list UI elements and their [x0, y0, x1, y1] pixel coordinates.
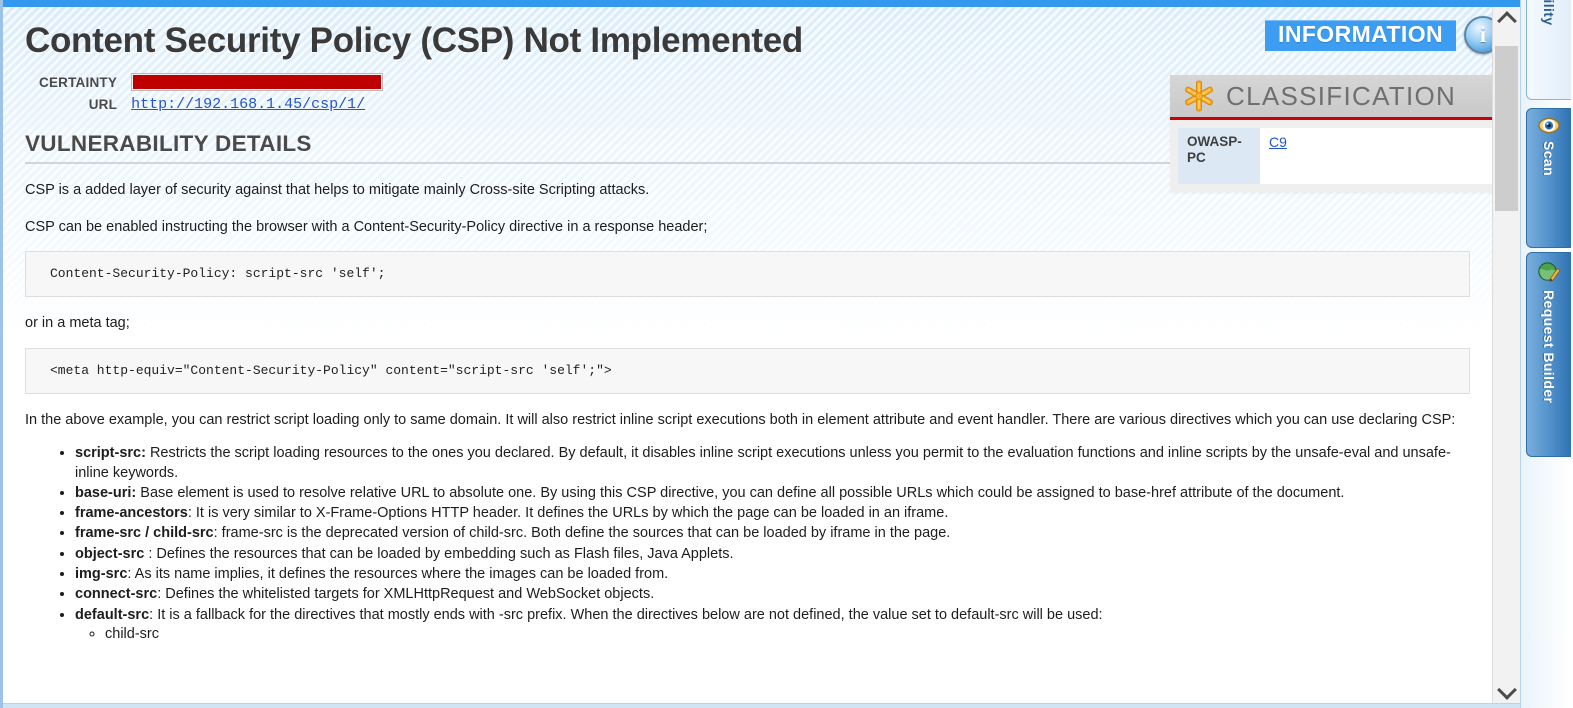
- sidebar-item-scan[interactable]: Scan: [1526, 108, 1571, 248]
- code-block-response-header: Content-Security-Policy: script-src 'sel…: [25, 251, 1470, 298]
- list-item: img-src: As its name implies, it defines…: [75, 565, 1470, 584]
- directive-description: : It is a fallback for the directives th…: [149, 606, 1103, 623]
- example-explanation: In the above example, you can restrict s…: [25, 411, 1456, 428]
- url-row: URL http://192.168.1.45/csp/1/: [39, 93, 383, 115]
- directives-list: script-src: Restricts the script loading…: [25, 444, 1470, 644]
- url-label: URL: [88, 96, 118, 112]
- classification-panel: CLASSIFICATION OWASP-PC C9: [1170, 75, 1500, 192]
- application-window: INFORMATION i CLASSIFICATION OWASP-PC C9…: [0, 0, 1573, 708]
- directive-name: img-src: [75, 566, 128, 582]
- sidebar-item-label: lnerability: [1541, 0, 1557, 26]
- chevron-down-icon[interactable]: [1493, 680, 1520, 704]
- certainty-bar-cell: [131, 71, 384, 93]
- sidebar-item-request-builder[interactable]: Request Builder: [1526, 252, 1571, 457]
- classification-table: OWASP-PC C9: [1178, 128, 1492, 184]
- intro-paragraph-2: CSP can be enabled instructing the brows…: [25, 218, 708, 235]
- list-item: child-src: [105, 625, 1470, 644]
- sidebar-item-vulnerability[interactable]: lnerability: [1526, 0, 1571, 100]
- directive-description: Restricts the script loading resources t…: [75, 445, 1451, 481]
- chevron-up-icon[interactable]: [1493, 7, 1520, 31]
- certainty-label: CERTAINTY: [39, 74, 118, 90]
- vertical-scrollbar[interactable]: [1492, 7, 1520, 704]
- directive-name: frame-ancestors: [75, 505, 188, 522]
- target-url-link[interactable]: http://192.168.1.45/csp/1/: [131, 96, 365, 113]
- top-accent-bar: [3, 0, 1520, 7]
- sidebar-item-label: Request Builder: [1541, 290, 1557, 404]
- directive-description: : It is very similar to X-Frame-Options …: [187, 505, 949, 522]
- report-meta: CERTAINTY URL http://192.168.1.45/csp/1/: [39, 71, 384, 115]
- classification-body: OWASP-PC C9: [1170, 120, 1500, 192]
- side-tab-rail: lnerability Scan: [1520, 0, 1571, 708]
- directive-name: script-src:: [75, 445, 146, 462]
- classification-key: OWASP-PC: [1178, 128, 1260, 184]
- sidebar-item-label: Scan: [1541, 141, 1557, 177]
- directive-name: connect-src: [75, 586, 158, 603]
- sub-directives-list: child-src: [75, 625, 1470, 644]
- certainty-row: CERTAINTY: [39, 71, 384, 93]
- certainty-bar-fill: [133, 75, 382, 89]
- list-item: frame-src / child-src: frame-src is the …: [75, 524, 1470, 543]
- directive-name: base-uri:: [75, 484, 137, 501]
- list-item: object-src : Defines the resources that …: [75, 545, 1470, 564]
- globe-pencil-icon: [1537, 261, 1561, 283]
- directive-description: : frame-src is the deprecated version of…: [213, 525, 951, 542]
- eye-icon: [1538, 117, 1560, 134]
- meta-tag-lead: or in a meta tag;: [25, 315, 130, 332]
- directive-description: : As its name implies, it defines the re…: [127, 566, 669, 582]
- starburst-icon: [1182, 79, 1216, 113]
- classification-title: CLASSIFICATION: [1226, 80, 1457, 111]
- classification-header: CLASSIFICATION: [1170, 75, 1500, 120]
- list-item: frame-ancestors: It is very similar to X…: [75, 504, 1470, 523]
- directive-description: Base element is used to resolve relative…: [136, 484, 1345, 501]
- classification-value: C9: [1260, 128, 1492, 184]
- url-cell: http://192.168.1.45/csp/1/: [131, 93, 383, 115]
- table-row: OWASP-PC C9: [1178, 128, 1492, 184]
- code-block-meta-tag: <meta http-equiv="Content-Security-Polic…: [25, 347, 1470, 394]
- list-item: default-src: It is a fallback for the di…: [75, 606, 1470, 645]
- owasp-pc-link[interactable]: C9: [1269, 134, 1287, 150]
- list-item: script-src: Restricts the script loading…: [75, 444, 1470, 483]
- directive-description: : Defines the resources that can be load…: [144, 545, 734, 562]
- panel-bottom-edge: [3, 703, 1520, 708]
- directive-name: default-src: [75, 606, 150, 623]
- severity-badge[interactable]: INFORMATION: [1265, 19, 1456, 51]
- list-item: connect-src: Defines the whitelisted tar…: [75, 585, 1470, 604]
- scrollbar-thumb[interactable]: [1495, 45, 1518, 211]
- certainty-bar: [131, 73, 384, 91]
- directive-name: object-src: [75, 545, 145, 562]
- vulnerability-report-panel: INFORMATION i CLASSIFICATION OWASP-PC C9…: [0, 0, 1520, 708]
- severity-indicator: INFORMATION i: [1265, 16, 1502, 54]
- page-title: Content Security Policy (CSP) Not Implem…: [25, 21, 803, 60]
- list-item: base-uri: Base element is used to resolv…: [75, 484, 1470, 503]
- directive-description: : Defines the whitelisted targets for XM…: [157, 586, 655, 603]
- directive-name: frame-src / child-src: [75, 525, 214, 542]
